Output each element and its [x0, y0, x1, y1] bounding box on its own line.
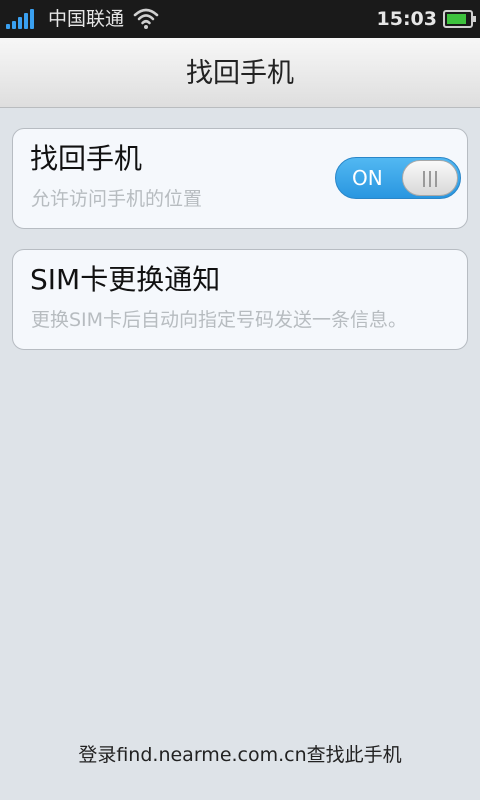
footer-link[interactable]: 登录find.nearme.com.cn查找此手机 [0, 740, 480, 770]
sim-change-setting[interactable]: SIM卡更换通知 更换SIM卡后自动向指定号码发送一条信息。 [12, 249, 468, 350]
toggle-knob[interactable] [402, 160, 458, 196]
find-phone-toggle[interactable]: ON [335, 157, 461, 199]
battery-level [447, 14, 466, 24]
setting-subtitle: 允许访问手机的位置 [31, 188, 203, 210]
wifi-icon [133, 8, 159, 29]
signal-bars-icon [6, 9, 36, 29]
page-title: 找回手机 [186, 58, 294, 89]
find-phone-setting[interactable]: 找回手机 允许访问手机的位置 ON [12, 128, 468, 229]
battery-icon [443, 10, 476, 28]
status-bar: 中国联通 15:03 [0, 0, 480, 38]
setting-title: 找回手机 [30, 142, 143, 175]
grip-icon [423, 171, 437, 187]
title-bar: 找回手机 [0, 38, 480, 108]
carrier-name: 中国联通 [48, 8, 125, 30]
setting-title: SIM卡更换通知 [30, 263, 221, 296]
setting-subtitle: 更换SIM卡后自动向指定号码发送一条信息。 [31, 309, 408, 331]
clock: 15:03 [376, 8, 437, 30]
toggle-on-label: ON [352, 166, 383, 190]
